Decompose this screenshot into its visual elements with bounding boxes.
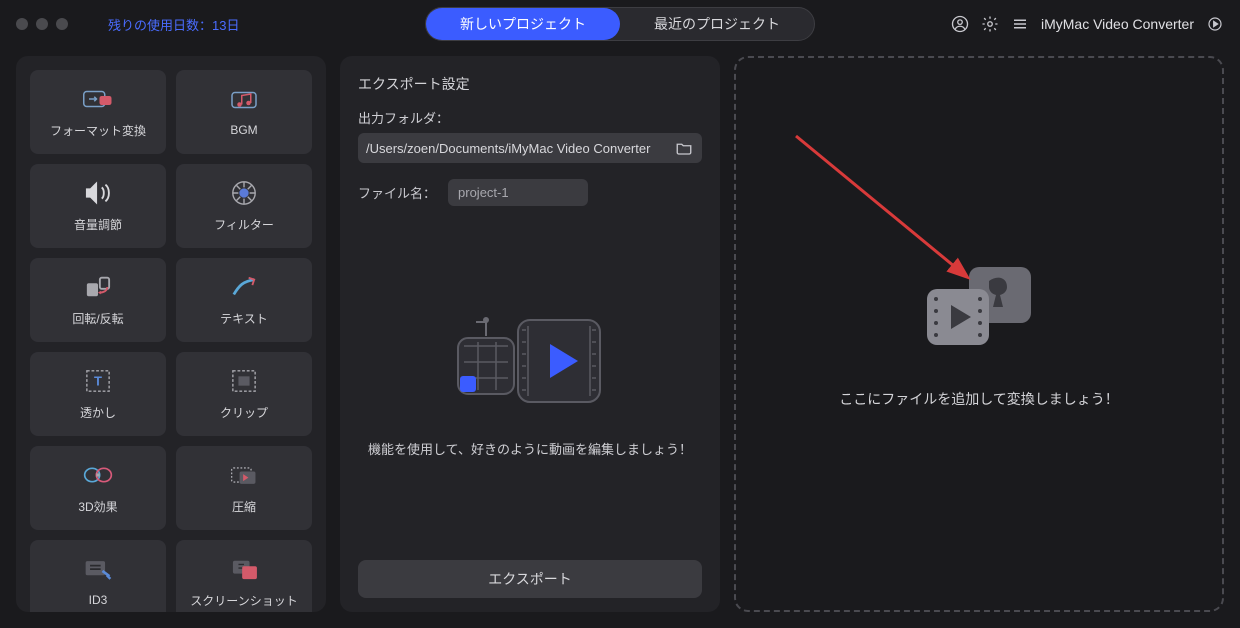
- export-settings-panel: エクスポート設定 出力フォルダ： /Users/zoen/Documents/i…: [340, 56, 720, 612]
- dropzone-media-icon: [919, 259, 1039, 349]
- tab-recent-projects[interactable]: 最近のプロジェクト: [620, 8, 814, 40]
- play-badge-icon[interactable]: [1206, 15, 1224, 33]
- dropzone-text: ここにファイルを追加して変換しましょう！: [839, 389, 1119, 409]
- filename-label: ファイル名：: [358, 183, 436, 202]
- tool-label: 音量調節: [74, 216, 122, 233]
- workspace: フォーマット変換 BGM 音量調節 フィルター回転/反転 テキスト T 透かし クリップ 3D効…: [0, 48, 1240, 628]
- tool-grid-panel: フォーマット変換 BGM 音量調節 フィルター回転/反転 テキスト T 透かし クリップ 3D効…: [16, 56, 326, 612]
- tool-label: 回転/反転: [72, 310, 123, 327]
- tool-label: スクリーンショット: [190, 592, 297, 609]
- clip-icon: [229, 368, 259, 394]
- tool-label: フォーマット変換: [50, 122, 146, 139]
- volume-icon: [83, 180, 113, 206]
- output-folder-path: /Users/zoen/Documents/iMyMac Video Conve…: [366, 141, 666, 156]
- bgm-icon: [229, 87, 259, 113]
- tool-clip[interactable]: クリップ: [176, 352, 312, 436]
- settings-icon[interactable]: [981, 15, 999, 33]
- window-controls: [16, 18, 68, 30]
- tool-filter[interactable]: フィルター: [176, 164, 312, 248]
- export-illustration-caption: 機能を使用して、好きのように動画を編集しましょう！: [368, 440, 692, 461]
- account-icon[interactable]: [951, 15, 969, 33]
- trial-days-remaining: 残りの使用日数：13日: [108, 15, 239, 34]
- tool-label: ID3: [89, 593, 108, 607]
- filter-icon: [229, 180, 259, 206]
- editor-illustration-icon: [450, 306, 610, 416]
- id3-icon: [83, 557, 113, 583]
- tool-watermark[interactable]: T 透かし: [30, 352, 166, 436]
- tab-new-project[interactable]: 新しいプロジェクト: [426, 8, 620, 40]
- export-section-title: エクスポート設定: [358, 74, 702, 94]
- tool-3d-effect[interactable]: 3D効果: [30, 446, 166, 530]
- tool-label: テキスト: [220, 310, 268, 327]
- format-convert-icon: [83, 86, 113, 112]
- minimize-window-button[interactable]: [36, 18, 48, 30]
- screenshot-icon: [229, 556, 259, 582]
- tool-label: クリップ: [220, 404, 268, 421]
- tool-screenshot[interactable]: スクリーンショット: [176, 540, 312, 612]
- tool-compress[interactable]: 圧縮: [176, 446, 312, 530]
- tool-format-convert[interactable]: フォーマット変換: [30, 70, 166, 154]
- output-folder-row: /Users/zoen/Documents/iMyMac Video Conve…: [358, 133, 702, 163]
- filename-input[interactable]: [448, 179, 588, 206]
- app-name-label: iMyMac Video Converter: [1041, 16, 1194, 32]
- tool-label: 透かし: [80, 404, 116, 421]
- output-folder-label: 出力フォルダ：: [358, 108, 702, 127]
- svg-text:T: T: [94, 373, 102, 388]
- titlebar: 残りの使用日数：13日 新しいプロジェクト 最近のプロジェクト iMyMac V…: [0, 0, 1240, 48]
- watermark-icon: T: [83, 368, 113, 394]
- close-window-button[interactable]: [16, 18, 28, 30]
- tool-label: フィルター: [214, 216, 274, 233]
- compress-icon: [229, 462, 259, 488]
- filename-row: ファイル名：: [358, 179, 702, 206]
- tool-id3[interactable]: ID3: [30, 540, 166, 612]
- tool-label: 圧縮: [232, 498, 256, 515]
- export-illustration: 機能を使用して、好きのように動画を編集しましょう！: [358, 206, 702, 560]
- zoom-window-button[interactable]: [56, 18, 68, 30]
- export-button[interactable]: エクスポート: [358, 560, 702, 598]
- browse-folder-button[interactable]: [674, 139, 694, 157]
- tool-text[interactable]: テキスト: [176, 258, 312, 342]
- tool-rotate-flip[interactable]: 回転/反転: [30, 258, 166, 342]
- file-dropzone[interactable]: ここにファイルを追加して変換しましょう！: [734, 56, 1224, 612]
- tool-bgm[interactable]: BGM: [176, 70, 312, 154]
- tool-volume[interactable]: 音量調節: [30, 164, 166, 248]
- 3d-effect-icon: [83, 462, 113, 488]
- text-icon: [229, 274, 259, 300]
- tool-label: BGM: [230, 123, 257, 137]
- tool-label: 3D効果: [78, 498, 117, 515]
- titlebar-right-controls: iMyMac Video Converter: [951, 15, 1224, 33]
- menu-icon[interactable]: [1011, 15, 1029, 33]
- project-tabs: 新しいプロジェクト 最近のプロジェクト: [425, 7, 815, 41]
- rotate-flip-icon: [83, 274, 113, 300]
